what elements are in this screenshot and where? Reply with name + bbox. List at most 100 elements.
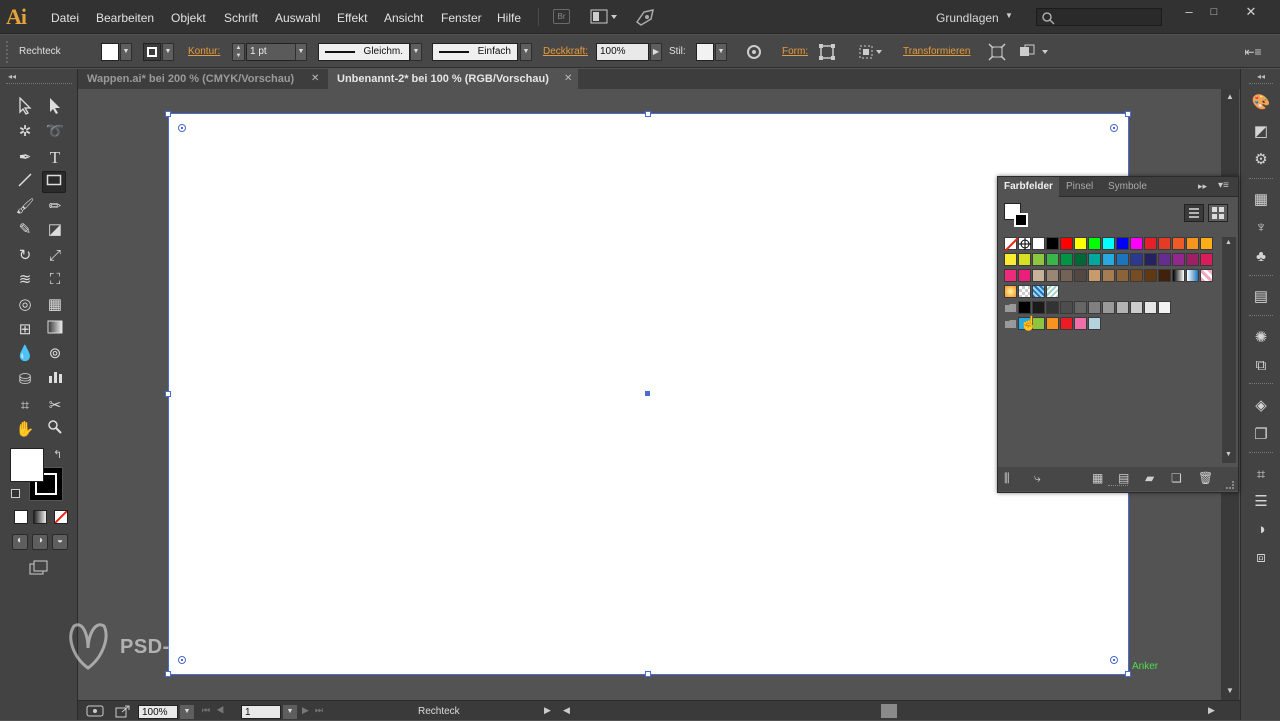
opacity-field[interactable]: 100% (596, 43, 649, 61)
help-search-input[interactable] (1036, 8, 1162, 26)
corner-widget[interactable] (1110, 656, 1118, 664)
swatch[interactable] (1060, 253, 1073, 266)
selection-handle[interactable] (645, 671, 651, 677)
stroke-color-swatch[interactable] (143, 43, 161, 61)
swatch[interactable] (1074, 269, 1087, 282)
color-group-folder-icon[interactable] (1004, 301, 1017, 314)
bridge-button[interactable]: Br (553, 9, 570, 24)
swatch[interactable] (1130, 269, 1143, 282)
center-point[interactable] (645, 391, 650, 396)
menu-schrift[interactable]: Schrift (224, 11, 258, 25)
swatch[interactable] (1032, 253, 1045, 266)
dock-grip[interactable] (1249, 83, 1273, 86)
menu-hilfe[interactable]: Hilfe (497, 11, 521, 25)
shape-builder-tool[interactable]: ◎ (13, 294, 37, 316)
collapse-panel-icon[interactable]: ◂◂ (8, 72, 16, 81)
graphic-styles-panel-icon[interactable]: ⧉ (1251, 356, 1271, 376)
swatch-libraries-icon[interactable]: ⫼ (1004, 471, 1010, 486)
workspace-switcher[interactable]: Grundlagen (936, 11, 999, 25)
magic-wand-tool[interactable]: ✲ (13, 121, 37, 143)
transparency-panel-icon[interactable]: ⧈ (1251, 548, 1271, 568)
rectangle-tool[interactable] (42, 171, 66, 193)
swatch[interactable] (1060, 237, 1073, 250)
selection-handle[interactable] (165, 671, 171, 677)
swatch[interactable] (1018, 269, 1031, 282)
close-window-button[interactable]: ✕ (1242, 5, 1260, 19)
resize-grip[interactable] (1226, 481, 1234, 489)
panel-stroke-indicator[interactable] (1014, 213, 1028, 227)
stroke-weight-field[interactable]: 1 pt (246, 43, 296, 61)
swatch-gradient-gray[interactable] (1172, 269, 1185, 282)
swatch[interactable] (1116, 269, 1129, 282)
fill-color-swatch[interactable] (101, 43, 119, 61)
panel-bottom-grip[interactable] (1108, 485, 1128, 488)
swatch[interactable] (1200, 253, 1213, 266)
swatch[interactable] (1088, 317, 1101, 330)
brushes-panel-icon[interactable]: ♆ (1251, 218, 1271, 238)
chevron-down-icon[interactable]: ▼ (1005, 11, 1013, 20)
document-tab-unbenannt[interactable]: Unbenannt-2* bei 100 % (RGB/Vorschau) (328, 69, 578, 89)
kontur-panel-link[interactable]: Kontur: (188, 46, 220, 57)
rotate-tool[interactable]: ↻ (13, 245, 37, 267)
fill-dropdown-button[interactable]: ▼ (120, 43, 132, 61)
swatch[interactable] (1130, 253, 1143, 266)
stroke-weight-dropdown[interactable]: ▼ (295, 43, 307, 61)
new-color-group-icon[interactable]: ▰ (1145, 471, 1154, 485)
swatch-gradient-blue[interactable] (1186, 269, 1199, 282)
tab-pinsel[interactable]: Pinsel (1060, 177, 1099, 197)
type-tool[interactable]: T (43, 147, 67, 169)
swatch[interactable] (1032, 269, 1045, 282)
transform-panel-link[interactable]: Transformieren (903, 46, 970, 57)
style-dropdown[interactable]: ▼ (715, 43, 727, 61)
swatch[interactable] (1074, 253, 1087, 266)
dock-grip[interactable] (1249, 383, 1273, 386)
swap-fill-stroke-icon[interactable]: ↰ (53, 448, 62, 461)
arrange-documents-button[interactable] (590, 9, 618, 25)
fill-swatch-front[interactable] (10, 448, 44, 482)
selection-handle[interactable] (645, 111, 651, 117)
maximize-button[interactable]: □ (1205, 5, 1223, 19)
grip-handle[interactable] (6, 41, 9, 63)
stroke-dropdown-button[interactable]: ▼ (162, 43, 174, 61)
swatch-pattern-blue[interactable] (1032, 285, 1045, 298)
swatch[interactable] (1116, 253, 1129, 266)
menu-bearbeiten[interactable]: Bearbeiten (96, 11, 154, 25)
swatch[interactable] (1060, 317, 1073, 330)
pathfinder-panel-icon[interactable]: ◑ (1251, 520, 1271, 540)
pencil-tool[interactable]: ✏ (43, 196, 67, 218)
scroll-up-arrow-icon[interactable]: ▲ (1225, 239, 1232, 246)
swatch[interactable] (1046, 269, 1059, 282)
swatch[interactable] (1088, 237, 1101, 250)
blob-brush-tool[interactable]: ✎ (13, 219, 37, 241)
scroll-down-arrow-icon[interactable]: ▼ (1226, 686, 1234, 695)
stroke-weight-stepper[interactable]: ▲ ▼ (232, 43, 245, 61)
isolate-button[interactable] (988, 43, 1006, 61)
swatch[interactable] (1158, 301, 1171, 314)
menu-objekt[interactable]: Objekt (171, 11, 206, 25)
gradient-mode-button[interactable] (33, 510, 47, 524)
artboard-tool[interactable]: ⌗ (13, 395, 37, 417)
panel-menu-icon[interactable]: ⇤≡ (1244, 45, 1262, 59)
variable-width-profile[interactable]: Gleichm. (318, 43, 410, 61)
swatch[interactable] (1032, 237, 1045, 250)
selection-handle[interactable] (1125, 671, 1131, 677)
tab-close-button[interactable]: ✕ (564, 69, 576, 89)
swatch[interactable] (1032, 301, 1045, 314)
draw-behind-button[interactable]: ◑ (32, 534, 48, 550)
swatch[interactable] (1018, 301, 1031, 314)
swatches-scrollbar[interactable]: ▲ ▼ (1222, 237, 1236, 463)
zoom-level-field[interactable]: 100% (138, 705, 178, 719)
swatch[interactable] (1144, 253, 1157, 266)
dock-grip[interactable] (1249, 452, 1273, 455)
graphic-style-swatch[interactable] (696, 43, 714, 61)
corner-widget[interactable] (178, 124, 186, 132)
delete-swatch-icon[interactable]: 🗑 (1198, 471, 1213, 485)
swatch-none[interactable] (1004, 237, 1019, 252)
menu-fenster[interactable]: Fenster (441, 11, 482, 25)
artboard-dropdown[interactable]: ▼ (283, 705, 297, 719)
free-transform-tool[interactable]: ⛶ (43, 269, 67, 291)
swatch[interactable] (1172, 237, 1185, 250)
opacity-panel-link[interactable]: Deckkraft: (543, 46, 588, 57)
shape-panel-link[interactable]: Form: (782, 46, 808, 57)
profile-dropdown[interactable]: ▼ (410, 43, 422, 61)
